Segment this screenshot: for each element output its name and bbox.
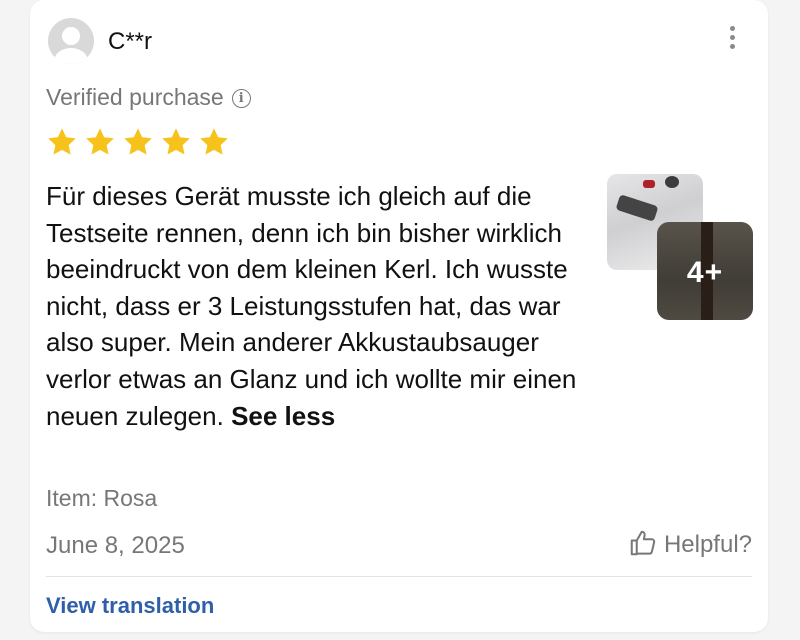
- item-variant: Item: Rosa: [46, 485, 158, 511]
- review-header: C**r: [48, 18, 750, 64]
- info-icon[interactable]: i: [231, 89, 251, 108]
- star-icon: [122, 126, 154, 158]
- photo-detail: [615, 194, 659, 222]
- avatar-head: [62, 27, 80, 45]
- star-icon: [198, 126, 230, 158]
- reviewer-name: C**r: [108, 28, 153, 55]
- view-translation-link[interactable]: View translation: [46, 593, 214, 619]
- star-rating: [46, 126, 236, 163]
- review-card: C**r Verified purchase i Für dieses Gerät…: [30, 0, 768, 632]
- photo-detail: [665, 176, 679, 188]
- review-photo-more[interactable]: 4+: [657, 222, 753, 320]
- star-icon: [46, 126, 78, 158]
- review-text: Für dieses Gerät musste ich gleich auf d…: [46, 178, 591, 434]
- see-less-link[interactable]: See less: [231, 401, 335, 431]
- helpful-label: Helpful?: [663, 531, 752, 558]
- more-dot: [729, 35, 735, 40]
- review-date: June 8, 2025: [46, 532, 185, 559]
- more-dot: [729, 44, 735, 49]
- divider: [46, 576, 752, 577]
- review-body: Für dieses Gerät musste ich gleich auf d…: [46, 181, 577, 431]
- star-icon: [84, 126, 116, 158]
- photo-detail: [643, 180, 655, 188]
- avatar: [48, 18, 94, 64]
- more-photos-count: 4+: [686, 256, 724, 289]
- thumbs-up-icon: [630, 530, 656, 556]
- star-icon: [160, 126, 192, 158]
- more-options-icon[interactable]: [724, 26, 740, 56]
- verified-purchase-label: Verified purchase: [46, 84, 224, 110]
- helpful-button[interactable]: Helpful?: [628, 528, 752, 559]
- avatar-shoulders: [54, 48, 88, 64]
- verified-purchase-badge: Verified purchase i: [46, 84, 251, 111]
- more-dot: [729, 26, 735, 31]
